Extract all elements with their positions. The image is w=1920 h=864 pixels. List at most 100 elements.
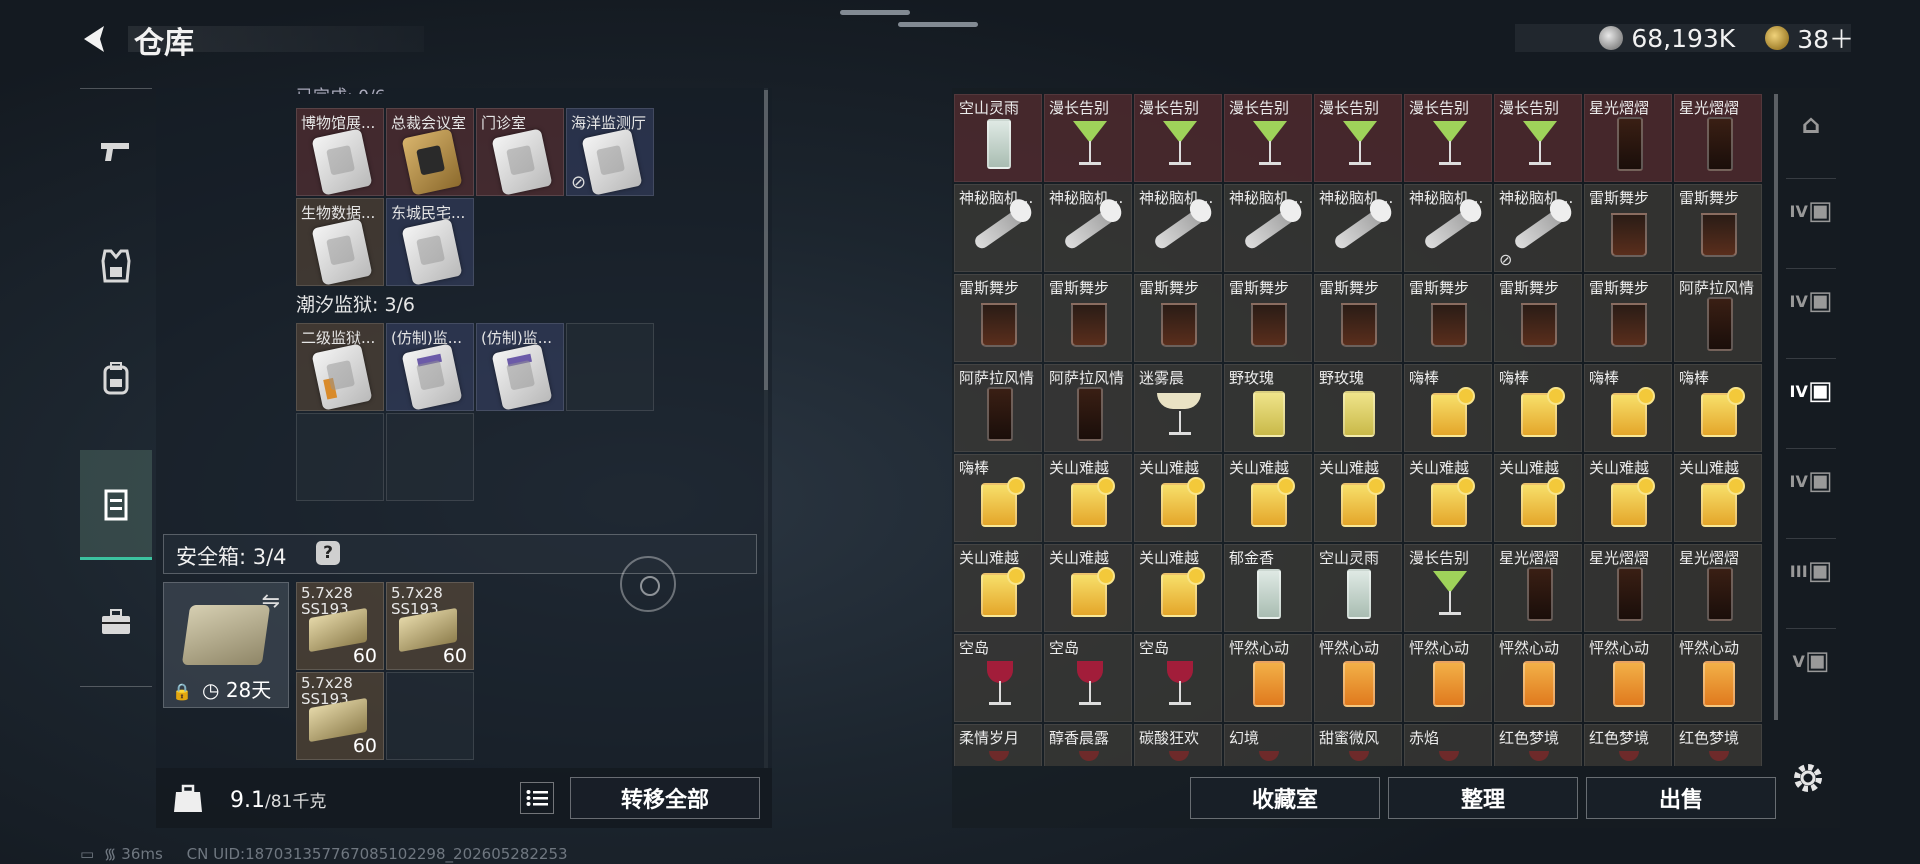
- tab-iv-1[interactable]: IV ▣: [1786, 186, 1836, 236]
- inventory-item[interactable]: 嗨棒: [954, 454, 1042, 542]
- list-view-button[interactable]: [520, 782, 554, 814]
- keycard-slot[interactable]: 博物馆展...: [296, 108, 384, 196]
- inventory-item[interactable]: 关山难越: [1584, 454, 1672, 542]
- empty-slot[interactable]: [386, 413, 474, 501]
- gold-amount[interactable]: 38＋: [1797, 20, 1854, 56]
- ammo-item[interactable]: 5.7x28 SS193 60: [296, 672, 384, 760]
- tab-v[interactable]: V ▣: [1786, 636, 1836, 686]
- inventory-item[interactable]: 碳酸狂欢: [1134, 724, 1222, 766]
- sidebar-item-armor[interactable]: [80, 216, 152, 316]
- sidebar-item-briefcase[interactable]: [80, 572, 152, 672]
- ammo-item[interactable]: 5.7x28 SS193 60: [296, 582, 384, 670]
- inventory-item[interactable]: 红色梦境: [1674, 724, 1762, 766]
- inventory-item[interactable]: 雷斯舞步: [1584, 274, 1672, 362]
- inventory-item[interactable]: 关山难越: [1134, 544, 1222, 632]
- inventory-item[interactable]: 雷斯舞步: [1584, 184, 1672, 272]
- inventory-item[interactable]: 迷雾晨: [1134, 364, 1222, 452]
- sidebar-item-storage[interactable]: [80, 450, 152, 560]
- inventory-item[interactable]: 野玫瑰: [1224, 364, 1312, 452]
- inventory-item[interactable]: 怦然心动: [1494, 634, 1582, 722]
- inventory-item[interactable]: 空山灵雨: [954, 94, 1042, 182]
- swap-icon[interactable]: ⇋: [262, 589, 280, 614]
- inventory-item[interactable]: 嗨棒: [1404, 364, 1492, 452]
- inventory-item[interactable]: 漫长告别: [1224, 94, 1312, 182]
- inventory-item[interactable]: 漫长告别: [1134, 94, 1222, 182]
- inventory-item[interactable]: 漫长告别: [1404, 544, 1492, 632]
- sidebar-item-backpack[interactable]: [80, 328, 152, 428]
- inventory-item[interactable]: 雷斯舞步: [954, 274, 1042, 362]
- tab-iii[interactable]: III ▣: [1786, 546, 1836, 596]
- help-icon[interactable]: ?: [316, 541, 340, 565]
- transfer-all-button[interactable]: 转移全部: [570, 777, 760, 819]
- empty-slot[interactable]: [566, 323, 654, 411]
- inventory-item[interactable]: 阿萨拉风情: [1674, 274, 1762, 362]
- inventory-item[interactable]: 怦然心动: [1314, 634, 1402, 722]
- keycard-slot[interactable]: 生物数据...: [296, 198, 384, 286]
- inventory-item[interactable]: 空岛: [954, 634, 1042, 722]
- inventory-item[interactable]: 星光熠熠: [1584, 94, 1672, 182]
- inventory-item[interactable]: 怦然心动: [1674, 634, 1762, 722]
- inventory-item[interactable]: 关山难越: [954, 544, 1042, 632]
- keycard-slot[interactable]: (仿制)监...: [476, 323, 564, 411]
- inventory-item[interactable]: 神秘脑机...: [1404, 184, 1492, 272]
- inventory-item[interactable]: 嗨棒: [1674, 364, 1762, 452]
- inventory-item[interactable]: 雷斯舞步: [1404, 274, 1492, 362]
- inventory-item[interactable]: 关山难越: [1044, 454, 1132, 542]
- inventory-item[interactable]: 关山难越: [1134, 454, 1222, 542]
- inventory-item[interactable]: 怦然心动: [1584, 634, 1672, 722]
- inventory-item[interactable]: 星光熠熠: [1584, 544, 1672, 632]
- back-button[interactable]: [78, 22, 112, 56]
- inventory-item[interactable]: 关山难越: [1674, 454, 1762, 542]
- item-grid[interactable]: 空山灵雨 漫长告别 漫长告别 漫长告别 漫长告别 漫长告别 漫长告别 星光熠熠 星光熠熠 神秘脑机…: [954, 94, 1768, 766]
- inventory-item[interactable]: 关山难越: [1494, 454, 1582, 542]
- inventory-item[interactable]: 幻境: [1224, 724, 1312, 766]
- inventory-item[interactable]: 阿萨拉风情: [1044, 364, 1132, 452]
- tab-iv-4[interactable]: IV ▣: [1786, 456, 1836, 506]
- inventory-item[interactable]: 柔情岁月: [954, 724, 1042, 766]
- inventory-item[interactable]: 雷斯舞步: [1134, 274, 1222, 362]
- keycard-slot[interactable]: 总裁会议室: [386, 108, 474, 196]
- inventory-item[interactable]: 嗨棒: [1494, 364, 1582, 452]
- inventory-item[interactable]: 空岛: [1134, 634, 1222, 722]
- inventory-item[interactable]: 雷斯舞步: [1494, 274, 1582, 362]
- inventory-item[interactable]: 甜蜜微风: [1314, 724, 1402, 766]
- keycard-slot[interactable]: 门诊室: [476, 108, 564, 196]
- inventory-item[interactable]: 关山难越: [1404, 454, 1492, 542]
- inventory-item[interactable]: 漫长告别: [1494, 94, 1582, 182]
- inventory-item[interactable]: 雷斯舞步: [1674, 184, 1762, 272]
- keycard-slot[interactable]: 二级监狱...: [296, 323, 384, 411]
- inventory-item[interactable]: 郁金香: [1224, 544, 1312, 632]
- inventory-item[interactable]: 野玫瑰: [1314, 364, 1402, 452]
- inventory-item[interactable]: 漫长告别: [1404, 94, 1492, 182]
- inventory-item[interactable]: 红色梦境: [1584, 724, 1672, 766]
- inventory-item[interactable]: 雷斯舞步: [1224, 274, 1312, 362]
- inventory-item[interactable]: 关山难越: [1044, 544, 1132, 632]
- left-scrollbar-thumb[interactable]: [764, 90, 768, 390]
- inventory-item[interactable]: 关山难越: [1224, 454, 1312, 542]
- inventory-item[interactable]: 神秘脑机... ⊘: [1494, 184, 1582, 272]
- organize-button[interactable]: 整理: [1388, 777, 1578, 819]
- keycard-slot[interactable]: 海洋监测厅 ⊘: [566, 108, 654, 196]
- tab-iv-2[interactable]: IV ▣: [1786, 276, 1836, 326]
- inventory-item[interactable]: 星光熠熠: [1674, 544, 1762, 632]
- keycard-slot[interactable]: 东城民宅...: [386, 198, 474, 286]
- inventory-item[interactable]: 雷斯舞步: [1044, 274, 1132, 362]
- sidebar-item-weapon[interactable]: [80, 102, 152, 202]
- collection-room-button[interactable]: 收藏室: [1190, 777, 1380, 819]
- inventory-item[interactable]: 怦然心动: [1224, 634, 1312, 722]
- inventory-item[interactable]: 星光熠熠: [1494, 544, 1582, 632]
- tab-top[interactable]: ⌂: [1786, 100, 1836, 150]
- inventory-item[interactable]: 空山灵雨: [1314, 544, 1402, 632]
- inventory-item[interactable]: 漫长告别: [1314, 94, 1402, 182]
- sell-button[interactable]: 出售: [1586, 777, 1776, 819]
- inventory-item[interactable]: 醇香晨露: [1044, 724, 1132, 766]
- inventory-item[interactable]: 神秘脑机...: [1314, 184, 1402, 272]
- inventory-item[interactable]: 怦然心动: [1404, 634, 1492, 722]
- inventory-item[interactable]: 星光熠熠: [1674, 94, 1762, 182]
- inventory-item[interactable]: 雷斯舞步: [1314, 274, 1402, 362]
- safe-box-item[interactable]: ⇋ 🔒 ◷ 28天: [163, 582, 289, 708]
- empty-slot[interactable]: [296, 413, 384, 501]
- inventory-item[interactable]: 神秘脑机...: [1044, 184, 1132, 272]
- inventory-item[interactable]: 赤焰: [1404, 724, 1492, 766]
- inventory-item[interactable]: 红色梦境: [1494, 724, 1582, 766]
